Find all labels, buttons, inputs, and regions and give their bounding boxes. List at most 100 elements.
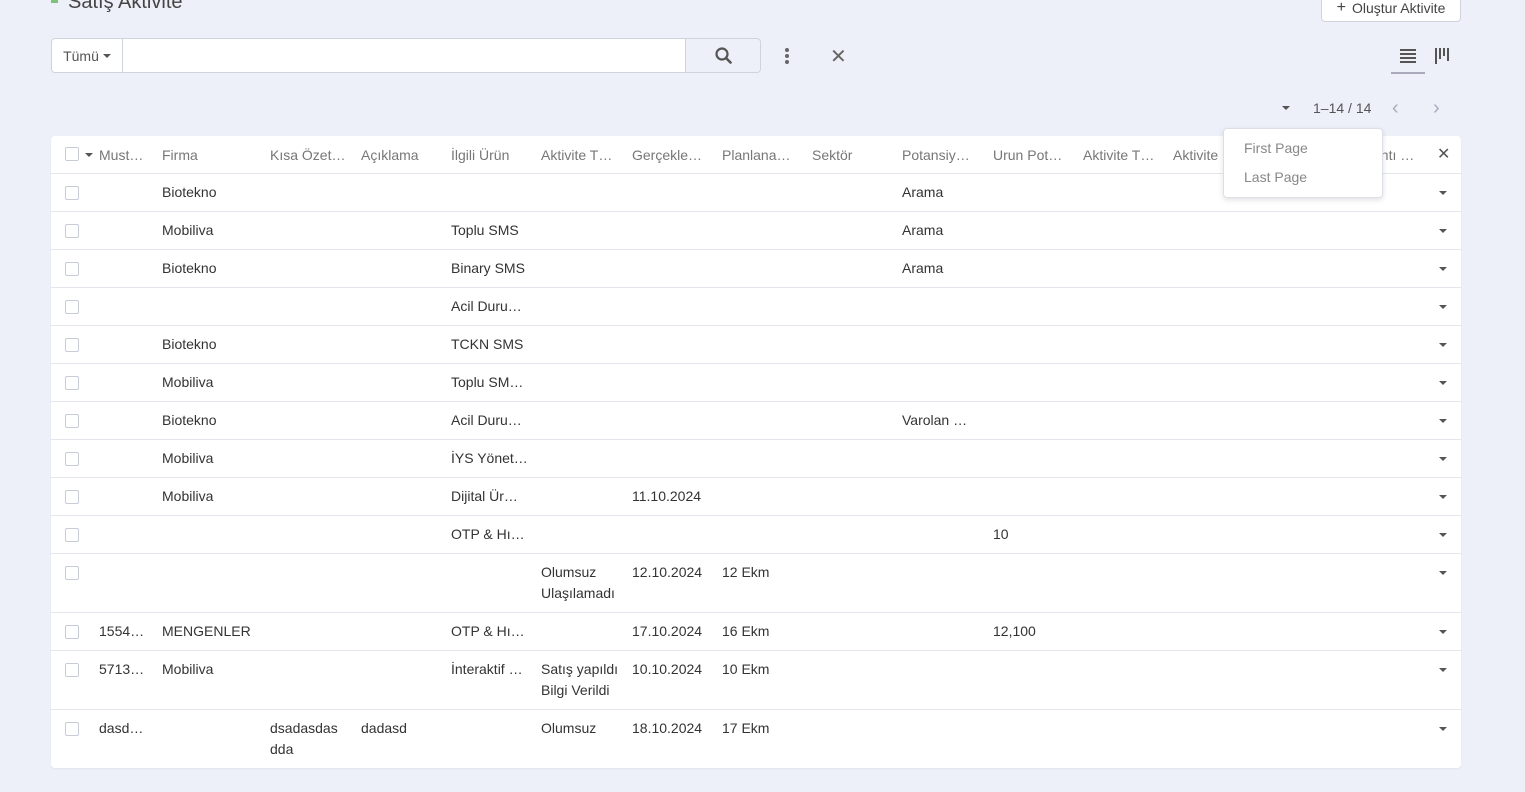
pager-menu-caret-icon[interactable] <box>1282 106 1290 110</box>
cell-firma <box>162 554 262 562</box>
row-menu-caret-icon[interactable] <box>1439 727 1447 731</box>
more-options-icon[interactable] <box>780 46 794 66</box>
row-checkbox[interactable] <box>65 452 79 466</box>
column-header[interactable]: Potansiy… <box>902 136 982 166</box>
cell-sektor <box>812 250 892 258</box>
cell-firma: Mobiliva <box>162 661 214 677</box>
row-checkbox[interactable] <box>65 490 79 504</box>
table-row[interactable]: 5713… Mobiliva İnteraktif … Satış yapıldı Bi… <box>51 651 1461 710</box>
kanban-view-button[interactable] <box>1427 40 1459 72</box>
clear-search-icon[interactable]: ✕ <box>830 44 847 69</box>
table-row[interactable]: Biotekno Acil Duru… Varolan … <box>51 402 1461 440</box>
search-button[interactable] <box>686 38 761 73</box>
row-menu-caret-icon[interactable] <box>1439 381 1447 385</box>
cell-tip <box>541 516 626 524</box>
row-menu-caret-icon[interactable] <box>1439 305 1447 309</box>
pager-range[interactable]: 1–14 / 14 <box>1313 100 1371 116</box>
row-checkbox[interactable] <box>65 262 79 276</box>
last-page-item[interactable]: Last Page <box>1244 169 1307 185</box>
column-header[interactable]: İlgili Ürün <box>451 136 531 166</box>
list-view-button[interactable] <box>1391 40 1425 74</box>
row-menu-caret-icon[interactable] <box>1439 571 1447 575</box>
cell-gercek <box>632 402 712 410</box>
cell-gercek: 10.10.2024 <box>632 661 703 677</box>
cell-potansiyel: Arama <box>902 184 944 200</box>
row-checkbox[interactable] <box>65 625 79 639</box>
column-header[interactable]: Must… <box>99 136 149 166</box>
select-all-checkbox[interactable] <box>65 147 79 161</box>
row-checkbox[interactable] <box>65 300 79 314</box>
cell-must <box>99 364 149 372</box>
column-header[interactable]: Urun Pot… <box>993 136 1073 166</box>
cell-urun: TCKN SMS <box>451 336 524 352</box>
first-page-item[interactable]: First Page <box>1244 140 1308 156</box>
title-accent-mark <box>51 0 58 3</box>
row-menu-caret-icon[interactable] <box>1439 343 1447 347</box>
cell-plan: 10 Ekm <box>722 661 770 677</box>
cell-gercek <box>632 440 712 448</box>
create-activity-button[interactable]: + Oluştur Aktivite <box>1321 0 1461 22</box>
select-menu-caret-icon[interactable] <box>85 153 93 157</box>
table-row[interactable]: 1554… MENGENLER OTP & Hı… 17.10.2024 16 Ekm 1… <box>51 613 1461 651</box>
cell-urunpot <box>993 402 1073 410</box>
chevron-right-icon[interactable]: › <box>1433 97 1440 120</box>
filter-dropdown[interactable]: Tümü <box>51 38 123 73</box>
row-menu-caret-icon[interactable] <box>1439 668 1447 672</box>
table-row[interactable]: dasd… dsadasdas dda dadasd Olumsuz 18.10.2024… <box>51 710 1461 769</box>
cell-ozet <box>270 326 350 334</box>
cell-plan <box>722 326 802 334</box>
row-menu-caret-icon[interactable] <box>1439 630 1447 634</box>
row-menu-caret-icon[interactable] <box>1439 419 1447 423</box>
column-header[interactable]: Kısa Özet… <box>270 136 350 166</box>
cell-tip <box>541 174 626 182</box>
chevron-down-icon <box>102 53 111 58</box>
table-row[interactable]: Acil Duru… <box>51 288 1461 326</box>
column-header[interactable]: Firma <box>162 136 262 166</box>
cell-ozet <box>270 613 350 621</box>
column-header[interactable]: Gerçekle… <box>632 136 712 166</box>
cell-plan: 12 Ekm <box>722 564 770 580</box>
column-header[interactable]: Planlana… <box>722 136 802 166</box>
row-menu-caret-icon[interactable] <box>1439 191 1447 195</box>
cell-gercek: 12.10.2024 <box>632 564 703 580</box>
close-icon[interactable]: ✕ <box>1437 144 1450 164</box>
row-checkbox[interactable] <box>65 414 79 428</box>
plus-icon: + <box>1336 0 1346 16</box>
table-row[interactable]: Mobiliva Dijital Ür… 11.10.2024 <box>51 478 1461 516</box>
table-row[interactable]: Mobiliva Toplu SM… <box>51 364 1461 402</box>
column-header[interactable]: Sektör <box>812 136 892 166</box>
table-row[interactable]: Olumsuz Ulaşılamadı 12.10.2024 12 Ekm <box>51 554 1461 613</box>
cell-firma: Mobiliva <box>162 374 214 390</box>
search-input[interactable] <box>123 38 686 73</box>
cell-sektor <box>812 651 892 659</box>
row-checkbox[interactable] <box>65 663 79 677</box>
row-checkbox[interactable] <box>65 528 79 542</box>
table-row[interactable]: Mobiliva Toplu SMS Arama <box>51 212 1461 250</box>
cell-ozet <box>270 288 350 296</box>
column-header[interactable]: Aktivite T… <box>541 136 621 166</box>
table-row[interactable]: OTP & Hı… 10 <box>51 516 1461 554</box>
row-checkbox[interactable] <box>65 224 79 238</box>
row-menu-caret-icon[interactable] <box>1439 533 1447 537</box>
row-menu-caret-icon[interactable] <box>1439 229 1447 233</box>
table-row[interactable]: Biotekno TCKN SMS <box>51 326 1461 364</box>
cell-sektor <box>812 364 892 372</box>
row-checkbox[interactable] <box>65 566 79 580</box>
table-row[interactable]: Biotekno Binary SMS Arama <box>51 250 1461 288</box>
row-checkbox[interactable] <box>65 376 79 390</box>
pager-dropdown-menu: First Page Last Page <box>1223 128 1383 198</box>
cell-tip <box>541 440 626 448</box>
row-menu-caret-icon[interactable] <box>1439 267 1447 271</box>
column-header[interactable]: Aktivite T… <box>1083 136 1163 166</box>
cell-must: dasd… <box>99 720 144 736</box>
column-header[interactable]: Açıklama <box>361 136 441 166</box>
chevron-left-icon[interactable]: ‹ <box>1392 97 1399 120</box>
row-checkbox[interactable] <box>65 338 79 352</box>
table-row[interactable]: Mobiliva İYS Yönet… <box>51 440 1461 478</box>
row-checkbox[interactable] <box>65 722 79 736</box>
row-menu-caret-icon[interactable] <box>1439 495 1447 499</box>
cell-ozet <box>270 250 350 258</box>
row-checkbox[interactable] <box>65 186 79 200</box>
row-menu-caret-icon[interactable] <box>1439 457 1447 461</box>
cell-aciklama <box>361 250 441 258</box>
